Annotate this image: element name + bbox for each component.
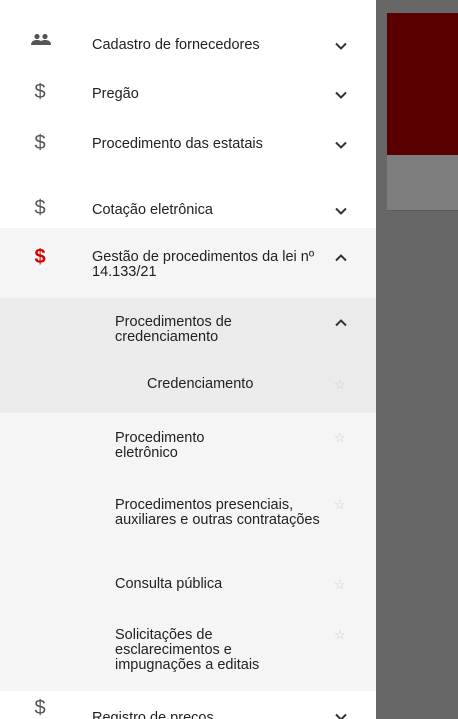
submenu-procedimentos-presenciais[interactable]: Procedimentos presenciais, auxiliares e … (0, 492, 376, 552)
star-icon[interactable]: ☆ (334, 628, 346, 641)
submenu-label: Procedimento eletrônico (115, 430, 205, 461)
submenu-procedimentos-credenciamento[interactable]: Procedimentos de credenciamento (0, 305, 376, 355)
submenu-consulta-publica[interactable]: Consulta pública ☆ (0, 570, 376, 602)
menu-item-label: Pregão (92, 86, 139, 102)
page-header-banner (387, 13, 458, 155)
menu-item-pregao[interactable]: $ Pregão (0, 77, 376, 113)
menu-item-label: Cadastro de fornecedores (92, 37, 260, 53)
menu-item-label: Gestão de procedimentos da lei nº 14.133… (92, 249, 315, 280)
chevron-down-icon (333, 87, 349, 103)
submenu-label: Procedimentos de credenciamento (115, 314, 232, 345)
menu-item-cotacao-eletronica[interactable]: $ Cotação eletrônica (0, 193, 376, 229)
star-icon[interactable]: ☆ (334, 498, 346, 511)
submenu-label: Solicitações de esclarecimentos e impugn… (115, 627, 260, 673)
dollar-icon: $ (34, 697, 46, 719)
menu-item-label: Procedimento das estatais (92, 136, 263, 152)
menu-item-label: Registro de preços (92, 710, 214, 719)
dollar-icon: $ (34, 246, 46, 268)
menu-item-cadastro-fornecedores[interactable]: Cadastro de fornecedores (0, 28, 376, 64)
submenu-label: Credenciamento (147, 376, 254, 392)
people-icon (30, 33, 51, 52)
chevron-up-icon (333, 315, 349, 331)
dollar-icon: $ (34, 197, 46, 219)
submenu-procedimento-eletronico[interactable]: Procedimento eletrônico ☆ (0, 425, 376, 475)
star-icon[interactable]: ☆ (334, 578, 346, 591)
star-icon[interactable]: ☆ (334, 378, 346, 391)
menu-item-gestao-procedimentos[interactable]: $ Gestão de procedimentos da lei nº 14.1… (0, 240, 376, 290)
star-icon[interactable]: ☆ (334, 431, 346, 444)
chevron-up-icon (333, 250, 349, 266)
chevron-down-icon (333, 709, 349, 719)
submenu-credenciamento[interactable]: Credenciamento ☆ (0, 368, 376, 404)
menu-item-procedimento-estatais[interactable]: $ Procedimento das estatais (0, 130, 376, 175)
menu-item-label: Cotação eletrônica (92, 202, 213, 218)
chevron-down-icon (333, 137, 349, 153)
navigation-drawer: Cadastro de fornecedores $ Pregão $ Proc… (0, 0, 376, 719)
submenu-label: Procedimentos presenciais, auxiliares e … (115, 497, 320, 528)
submenu-solicitacoes-esclarecimentos[interactable]: Solicitações de esclarecimentos e impugn… (0, 622, 376, 682)
page-backdrop-overlay[interactable] (376, 0, 458, 719)
chevron-down-icon (333, 203, 349, 219)
dollar-icon: $ (34, 81, 46, 103)
chevron-down-icon (333, 38, 349, 54)
menu-item-registro-precos[interactable]: $ Registro de preços (0, 697, 376, 719)
submenu-label: Consulta pública (115, 576, 223, 592)
page-toolbar (387, 155, 458, 211)
dollar-icon: $ (34, 132, 46, 154)
